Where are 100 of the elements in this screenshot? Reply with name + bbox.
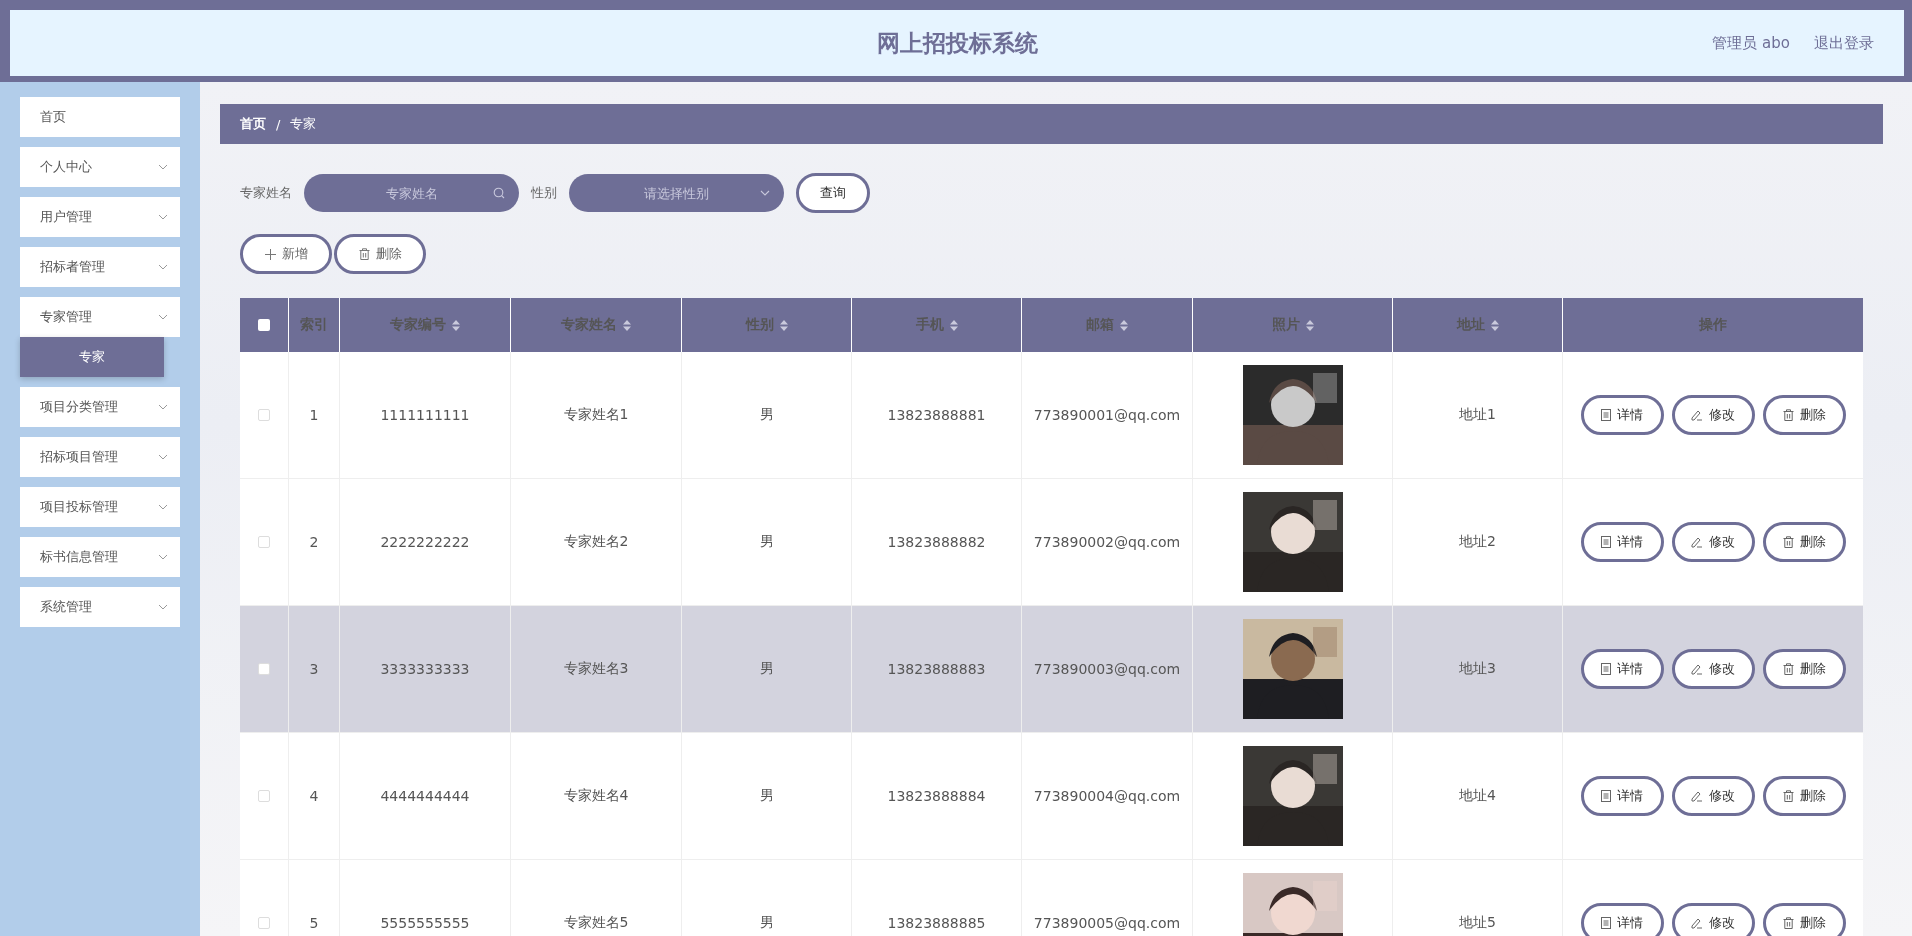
table-cell: 2 — [309, 534, 319, 550]
table-cell: 773890004@qq.com — [1033, 788, 1181, 804]
row-checkbox[interactable] — [258, 790, 270, 802]
edit-button[interactable]: 修改 — [1671, 903, 1755, 936]
table-cell: 5555555555 — [380, 915, 470, 931]
details-button[interactable]: 详情 — [1580, 776, 1664, 816]
document-icon — [1601, 917, 1611, 929]
breadcrumb-item: 专家 — [290, 115, 317, 133]
row-checkbox[interactable] — [258, 409, 270, 421]
delete-button[interactable]: 删除 — [334, 234, 426, 274]
document-icon — [1601, 790, 1611, 802]
document-icon — [1601, 536, 1611, 548]
add-button[interactable]: 新增 — [240, 234, 332, 274]
table-cell: 13823888884 — [887, 788, 986, 804]
sidebar-item[interactable]: 项目投标管理 — [20, 487, 180, 527]
sidebar-item[interactable]: 招标项目管理 — [20, 437, 180, 477]
sort-icon[interactable] — [1490, 319, 1499, 331]
table-cell: 地址1 — [1459, 406, 1496, 424]
table-row[interactable]: 4 4444444444 专家姓名4 男 13823888884 773890004@qq.com 地址4 详情 修改 删除 — [240, 733, 1863, 860]
trash-icon — [358, 248, 370, 260]
table-cell: 男 — [759, 406, 774, 424]
details-button[interactable]: 详情 — [1580, 395, 1664, 435]
trash-icon — [1782, 790, 1794, 802]
sidebar-item[interactable]: 专家管理 — [20, 297, 180, 337]
delete-button[interactable]: 删除 — [1762, 395, 1846, 435]
chevron-down-icon — [158, 454, 168, 460]
table-cell: 专家姓名2 — [563, 533, 629, 551]
search-icon — [493, 187, 505, 199]
sort-icon[interactable] — [1305, 319, 1314, 331]
row-checkbox[interactable] — [258, 536, 270, 548]
sidebar-item[interactable]: 用户管理 — [20, 197, 180, 237]
gender-select[interactable]: 请选择性别 — [569, 174, 784, 212]
query-button[interactable]: 查询 — [796, 173, 870, 213]
table-cell: 4444444444 — [380, 788, 470, 804]
chevron-down-icon — [158, 404, 168, 410]
chevron-down-icon — [158, 214, 168, 220]
table-cell: 2222222222 — [380, 534, 470, 550]
row-checkbox[interactable] — [258, 663, 270, 675]
submenu-item[interactable]: 专家 — [20, 337, 164, 377]
table-cell: 13823888885 — [887, 915, 986, 931]
edit-button[interactable]: 修改 — [1671, 649, 1755, 689]
details-button[interactable]: 详情 — [1580, 649, 1664, 689]
pencil-icon — [1691, 409, 1703, 421]
table-cell: 1111111111 — [380, 407, 470, 423]
table-cell: 地址2 — [1459, 533, 1496, 551]
search-field[interactable]: 专家姓名 — [304, 174, 519, 212]
table-cell: 773890003@qq.com — [1033, 661, 1181, 677]
delete-button[interactable]: 删除 — [1762, 649, 1846, 689]
sidebar-item[interactable]: 标书信息管理 — [20, 537, 180, 577]
chevron-down-icon — [158, 164, 168, 170]
pencil-icon — [1691, 790, 1703, 802]
trash-icon — [1782, 663, 1794, 675]
select-all-checkbox[interactable] — [258, 319, 270, 331]
delete-button[interactable]: 删除 — [1762, 903, 1846, 936]
table-cell: 地址5 — [1459, 914, 1496, 932]
edit-button[interactable]: 修改 — [1671, 776, 1755, 816]
table-cell: 773890005@qq.com — [1033, 915, 1181, 931]
table-row[interactable]: 2 2222222222 专家姓名2 男 13823888882 773890002@qq.com 地址2 详情 修改 删除 — [240, 479, 1863, 606]
trash-icon — [1782, 917, 1794, 929]
table-cell: 男 — [759, 914, 774, 932]
field-label: 性别 — [531, 184, 557, 202]
document-icon — [1601, 663, 1611, 675]
table-row[interactable]: 3 3333333333 专家姓名3 男 13823888883 773890003@qq.com 地址3 详情 修改 删除 — [240, 606, 1863, 733]
sort-icon[interactable] — [1120, 319, 1128, 331]
sidebar-item[interactable]: 项目分类管理 — [20, 387, 180, 427]
table-cell: 3 — [309, 661, 319, 677]
sidebar-item[interactable]: 首页 — [20, 97, 180, 137]
table-cell: 专家姓名3 — [563, 660, 629, 678]
field-label: 专家姓名 — [240, 184, 292, 202]
pencil-icon — [1691, 917, 1703, 929]
sidebar-item[interactable]: 系统管理 — [20, 587, 180, 627]
edit-button[interactable]: 修改 — [1671, 395, 1755, 435]
chevron-down-icon — [158, 504, 168, 510]
table-row[interactable]: 5 5555555555 专家姓名5 男 13823888885 773890005@qq.com 地址5 详情 修改 删除 — [240, 860, 1863, 936]
row-checkbox[interactable] — [258, 917, 270, 929]
pencil-icon — [1691, 663, 1703, 675]
breadcrumb-separator: / — [276, 116, 281, 132]
sidebar-item[interactable]: 个人中心 — [20, 147, 180, 187]
sidebar-item[interactable]: 招标者管理 — [20, 247, 180, 287]
sort-icon[interactable] — [949, 319, 958, 331]
plus-icon — [264, 248, 276, 260]
table-cell: 13823888882 — [887, 534, 986, 550]
details-button[interactable]: 详情 — [1580, 903, 1664, 936]
delete-button[interactable]: 删除 — [1762, 776, 1846, 816]
breadcrumb-item[interactable]: 首页 — [240, 115, 266, 133]
delete-button[interactable]: 删除 — [1762, 522, 1846, 562]
chevron-down-icon — [158, 264, 168, 270]
sort-icon[interactable] — [452, 319, 460, 331]
table-row[interactable]: 1 1111111111 专家姓名1 男 13823888881 773890001@qq.com 地址1 详情 修改 删除 — [240, 352, 1863, 479]
details-button[interactable]: 详情 — [1580, 522, 1664, 562]
logout-link[interactable]: 退出登录 — [1814, 33, 1874, 53]
chevron-down-icon — [158, 554, 168, 560]
trash-icon — [1782, 536, 1794, 548]
chevron-down-icon — [158, 604, 168, 610]
edit-button[interactable]: 修改 — [1671, 522, 1755, 562]
table-cell: 1 — [309, 407, 319, 423]
table-cell: 地址3 — [1459, 660, 1496, 678]
sort-icon[interactable] — [779, 319, 788, 331]
table-cell: 13823888883 — [887, 661, 986, 677]
sort-icon[interactable] — [623, 319, 631, 331]
